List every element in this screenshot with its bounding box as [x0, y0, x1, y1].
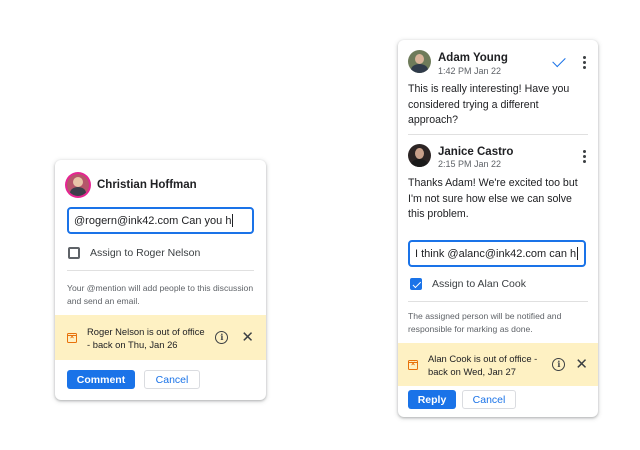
comment-author-name: Adam Young — [438, 52, 508, 64]
assign-hint: The assigned person will be notified and… — [408, 311, 562, 334]
author-name: Christian Hoffman — [97, 179, 197, 191]
info-icon[interactable]: i — [215, 331, 229, 344]
comment-draft-card: Christian Hoffman @rogern@ink42.com Can … — [55, 160, 266, 400]
more-vert-icon[interactable] — [582, 56, 586, 69]
close-icon[interactable]: ✕ — [575, 357, 588, 372]
reply-button[interactable]: Reply — [408, 390, 456, 409]
out-of-office-text: Alan Cook is out of office - back on Wed… — [428, 352, 538, 377]
assign-checkbox[interactable] — [410, 278, 422, 290]
cancel-button[interactable]: Cancel — [462, 390, 516, 409]
assign-label: Assign to Alan Cook — [432, 278, 526, 290]
comment-input-value: @rogern@ink42.com Can you h — [74, 214, 232, 227]
comment-body: This is really interesting! Have you con… — [408, 83, 570, 126]
more-vert-icon[interactable] — [582, 150, 586, 163]
close-icon[interactable]: ✕ — [241, 330, 254, 345]
assign-row[interactable]: Assign to Roger Nelson — [68, 247, 200, 259]
divider — [408, 134, 588, 135]
comment-thread-card: Adam Young 1:42 PM Jan 22 This is really… — [398, 40, 598, 417]
calendar-out-of-office-icon — [407, 359, 419, 370]
info-icon[interactable]: i — [552, 358, 566, 371]
out-of-office-banner: Roger Nelson is out of office - back on … — [55, 315, 266, 360]
text-caret — [577, 247, 579, 260]
cancel-button[interactable]: Cancel — [144, 370, 200, 389]
out-of-office-banner: Alan Cook is out of office - back on Wed… — [398, 343, 598, 386]
comment-body: Thanks Adam! We're excited too but I'm n… — [408, 177, 578, 220]
comment-author-name: Janice Castro — [438, 146, 514, 158]
mention-hint: Your @mention will add people to this di… — [67, 283, 254, 306]
out-of-office-text: Roger Nelson is out of office - back on … — [87, 325, 205, 350]
text-caret — [232, 214, 234, 227]
divider — [408, 301, 588, 302]
avatar — [408, 50, 431, 73]
checkmark-icon[interactable] — [552, 53, 566, 68]
comment-button[interactable]: Comment — [67, 370, 135, 389]
assign-label: Assign to Roger Nelson — [90, 247, 201, 259]
comment-input[interactable]: @rogern@ink42.com Can you h — [67, 207, 254, 234]
reply-input-value: I think @alanc@ink42.com can h — [415, 247, 577, 260]
assign-row[interactable]: Assign to Alan Cook — [410, 278, 526, 290]
comment-author-header: Christian Hoffman — [67, 174, 197, 196]
reply-input[interactable]: I think @alanc@ink42.com can h — [408, 240, 586, 267]
comment-timestamp: 2:15 PM Jan 22 — [438, 159, 502, 169]
avatar — [408, 144, 431, 167]
calendar-out-of-office-icon — [66, 332, 78, 343]
comment-timestamp: 1:42 PM Jan 22 — [438, 66, 502, 76]
avatar — [67, 174, 89, 196]
assign-checkbox[interactable] — [68, 247, 80, 259]
divider — [67, 270, 254, 271]
